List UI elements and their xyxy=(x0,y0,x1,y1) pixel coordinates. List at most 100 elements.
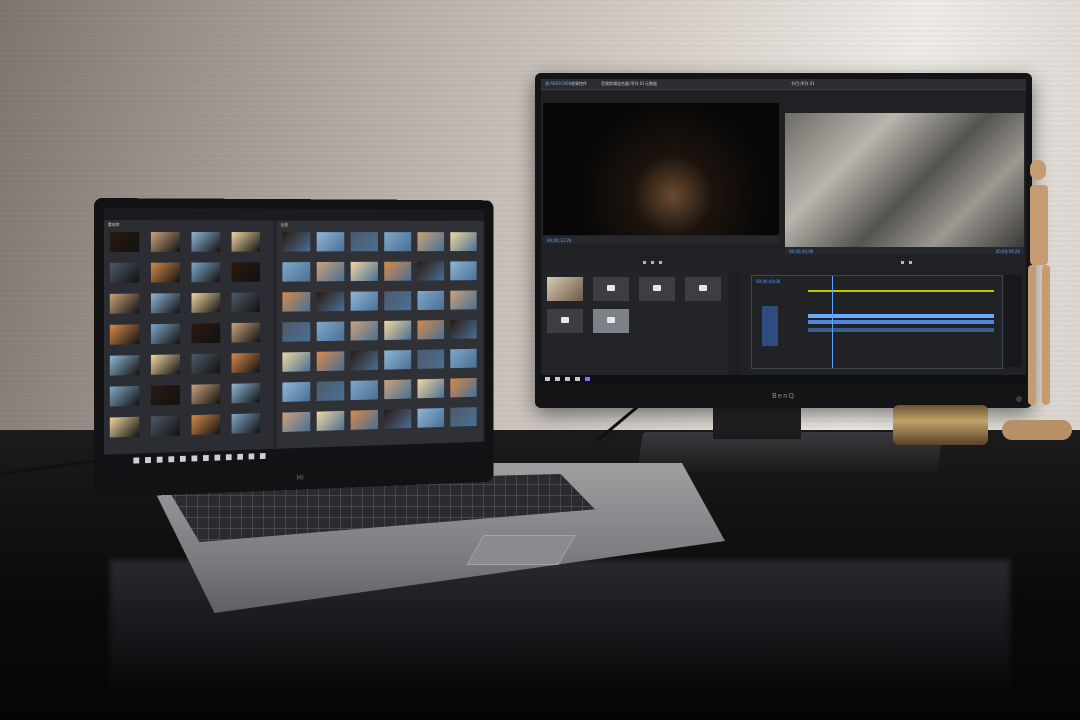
media-thumbnail[interactable] xyxy=(384,232,411,251)
media-thumbnail[interactable] xyxy=(192,293,221,313)
media-thumbnail[interactable] xyxy=(151,385,180,406)
media-thumbnail[interactable] xyxy=(384,409,411,429)
tab-metadata[interactable]: 元数据 xyxy=(645,81,657,87)
media-thumbnail[interactable] xyxy=(110,232,139,252)
media-thumbnail[interactable] xyxy=(450,349,476,368)
taskbar-app-icon[interactable] xyxy=(555,377,560,381)
media-thumbnail[interactable] xyxy=(384,291,411,310)
audio-track-clip[interactable] xyxy=(808,328,994,332)
tab-source[interactable]: 源:A003C006 xyxy=(545,81,571,87)
bin-thumbnail[interactable] xyxy=(547,309,583,333)
media-thumbnail[interactable] xyxy=(351,291,378,310)
media-thumbnail[interactable] xyxy=(282,352,310,372)
media-thumbnail[interactable] xyxy=(232,413,260,433)
video-track-clip[interactable] xyxy=(808,314,994,318)
media-thumbnail[interactable] xyxy=(151,263,180,283)
taskbar-app-icon[interactable] xyxy=(585,377,590,381)
media-thumbnail[interactable] xyxy=(351,321,378,341)
media-thumbnail[interactable] xyxy=(192,414,221,435)
media-thumbnail[interactable] xyxy=(317,321,345,341)
media-thumbnail[interactable] xyxy=(351,232,378,251)
media-thumbnail[interactable] xyxy=(192,354,221,374)
media-thumbnail[interactable] xyxy=(351,351,378,371)
bin-thumbnail[interactable] xyxy=(639,277,675,301)
media-thumbnail[interactable] xyxy=(417,232,444,251)
media-thumbnail[interactable] xyxy=(417,320,444,339)
media-thumbnail[interactable] xyxy=(110,386,139,407)
taskbar-app-icon[interactable] xyxy=(575,377,580,381)
media-thumbnail[interactable] xyxy=(232,232,260,252)
media-thumbnail[interactable] xyxy=(151,354,180,374)
media-thumbnail[interactable] xyxy=(232,323,260,343)
media-thumbnail[interactable] xyxy=(110,324,139,344)
playhead[interactable] xyxy=(832,276,833,368)
media-thumbnail[interactable] xyxy=(384,321,411,340)
step-forward-button[interactable] xyxy=(659,261,662,264)
media-thumbnail[interactable] xyxy=(417,379,444,399)
media-thumbnail[interactable] xyxy=(450,407,476,427)
bin-thumbnail[interactable] xyxy=(685,277,721,301)
media-thumbnail[interactable] xyxy=(232,262,260,282)
media-thumbnail[interactable] xyxy=(351,410,378,430)
media-thumbnail[interactable] xyxy=(151,324,180,344)
taskbar-app-icon[interactable] xyxy=(192,455,198,461)
play-button[interactable] xyxy=(651,261,654,264)
media-thumbnail[interactable] xyxy=(450,232,476,251)
media-thumbnail[interactable] xyxy=(192,262,221,282)
tab-effect-controls[interactable]: 效果控件 xyxy=(571,81,587,87)
start-icon[interactable] xyxy=(545,377,550,381)
media-thumbnail[interactable] xyxy=(232,383,260,403)
media-thumbnail[interactable] xyxy=(192,323,221,343)
media-thumbnail[interactable] xyxy=(317,292,345,312)
media-thumbnail[interactable] xyxy=(151,232,180,252)
taskbar-app-icon[interactable] xyxy=(180,456,186,462)
media-thumbnail[interactable] xyxy=(232,353,260,373)
media-thumbnail[interactable] xyxy=(282,322,310,342)
media-thumbnail[interactable] xyxy=(317,411,345,431)
media-thumbnail[interactable] xyxy=(110,294,139,314)
media-thumbnail[interactable] xyxy=(151,416,180,437)
media-thumbnail[interactable] xyxy=(417,261,444,280)
media-thumbnail[interactable] xyxy=(232,292,260,312)
taskbar-app-icon[interactable] xyxy=(226,454,232,460)
media-thumbnail[interactable] xyxy=(282,232,310,251)
media-thumbnail[interactable] xyxy=(110,355,139,376)
media-thumbnail[interactable] xyxy=(317,232,345,251)
taskbar-app-icon[interactable] xyxy=(168,456,174,462)
tab-program[interactable]: 节目:序列 01 xyxy=(791,81,815,87)
media-thumbnail[interactable] xyxy=(417,408,444,428)
program-play-button[interactable] xyxy=(901,261,904,264)
bin-thumbnail-selected[interactable] xyxy=(593,309,629,333)
media-thumbnail[interactable] xyxy=(450,261,476,280)
media-thumbnail[interactable] xyxy=(110,417,139,438)
tab-audio-mixer[interactable]: 音频剪辑混合器:序列 01 xyxy=(601,81,645,87)
media-thumbnail[interactable] xyxy=(384,350,411,370)
media-thumbnail[interactable] xyxy=(417,291,444,310)
taskbar-app-icon[interactable] xyxy=(260,453,266,459)
media-thumbnail[interactable] xyxy=(282,382,310,402)
taskbar-app-icon[interactable] xyxy=(145,457,151,463)
laptop-touchpad[interactable] xyxy=(466,535,575,565)
media-thumbnail[interactable] xyxy=(317,262,345,281)
step-back-button[interactable] xyxy=(643,261,646,264)
media-thumbnail[interactable] xyxy=(417,349,444,368)
clip-thumbnail[interactable] xyxy=(547,277,583,301)
power-button[interactable] xyxy=(1016,396,1022,402)
media-thumbnail[interactable] xyxy=(110,263,139,283)
media-thumbnail[interactable] xyxy=(317,351,345,371)
video-track-clip[interactable] xyxy=(808,320,994,324)
program-step-forward-button[interactable] xyxy=(909,261,912,264)
taskbar-app-icon[interactable] xyxy=(249,453,255,459)
media-thumbnail[interactable] xyxy=(450,290,476,309)
taskbar-app-icon[interactable] xyxy=(203,455,209,461)
bin-thumbnail[interactable] xyxy=(593,277,629,301)
media-thumbnail[interactable] xyxy=(282,412,310,432)
media-thumbnail[interactable] xyxy=(282,262,310,282)
media-thumbnail[interactable] xyxy=(192,384,221,404)
media-thumbnail[interactable] xyxy=(384,379,411,399)
media-thumbnail[interactable] xyxy=(450,320,476,339)
media-thumbnail[interactable] xyxy=(192,232,221,252)
media-thumbnail[interactable] xyxy=(317,381,345,401)
media-thumbnail[interactable] xyxy=(384,262,411,281)
taskbar-app-icon[interactable] xyxy=(214,455,220,461)
